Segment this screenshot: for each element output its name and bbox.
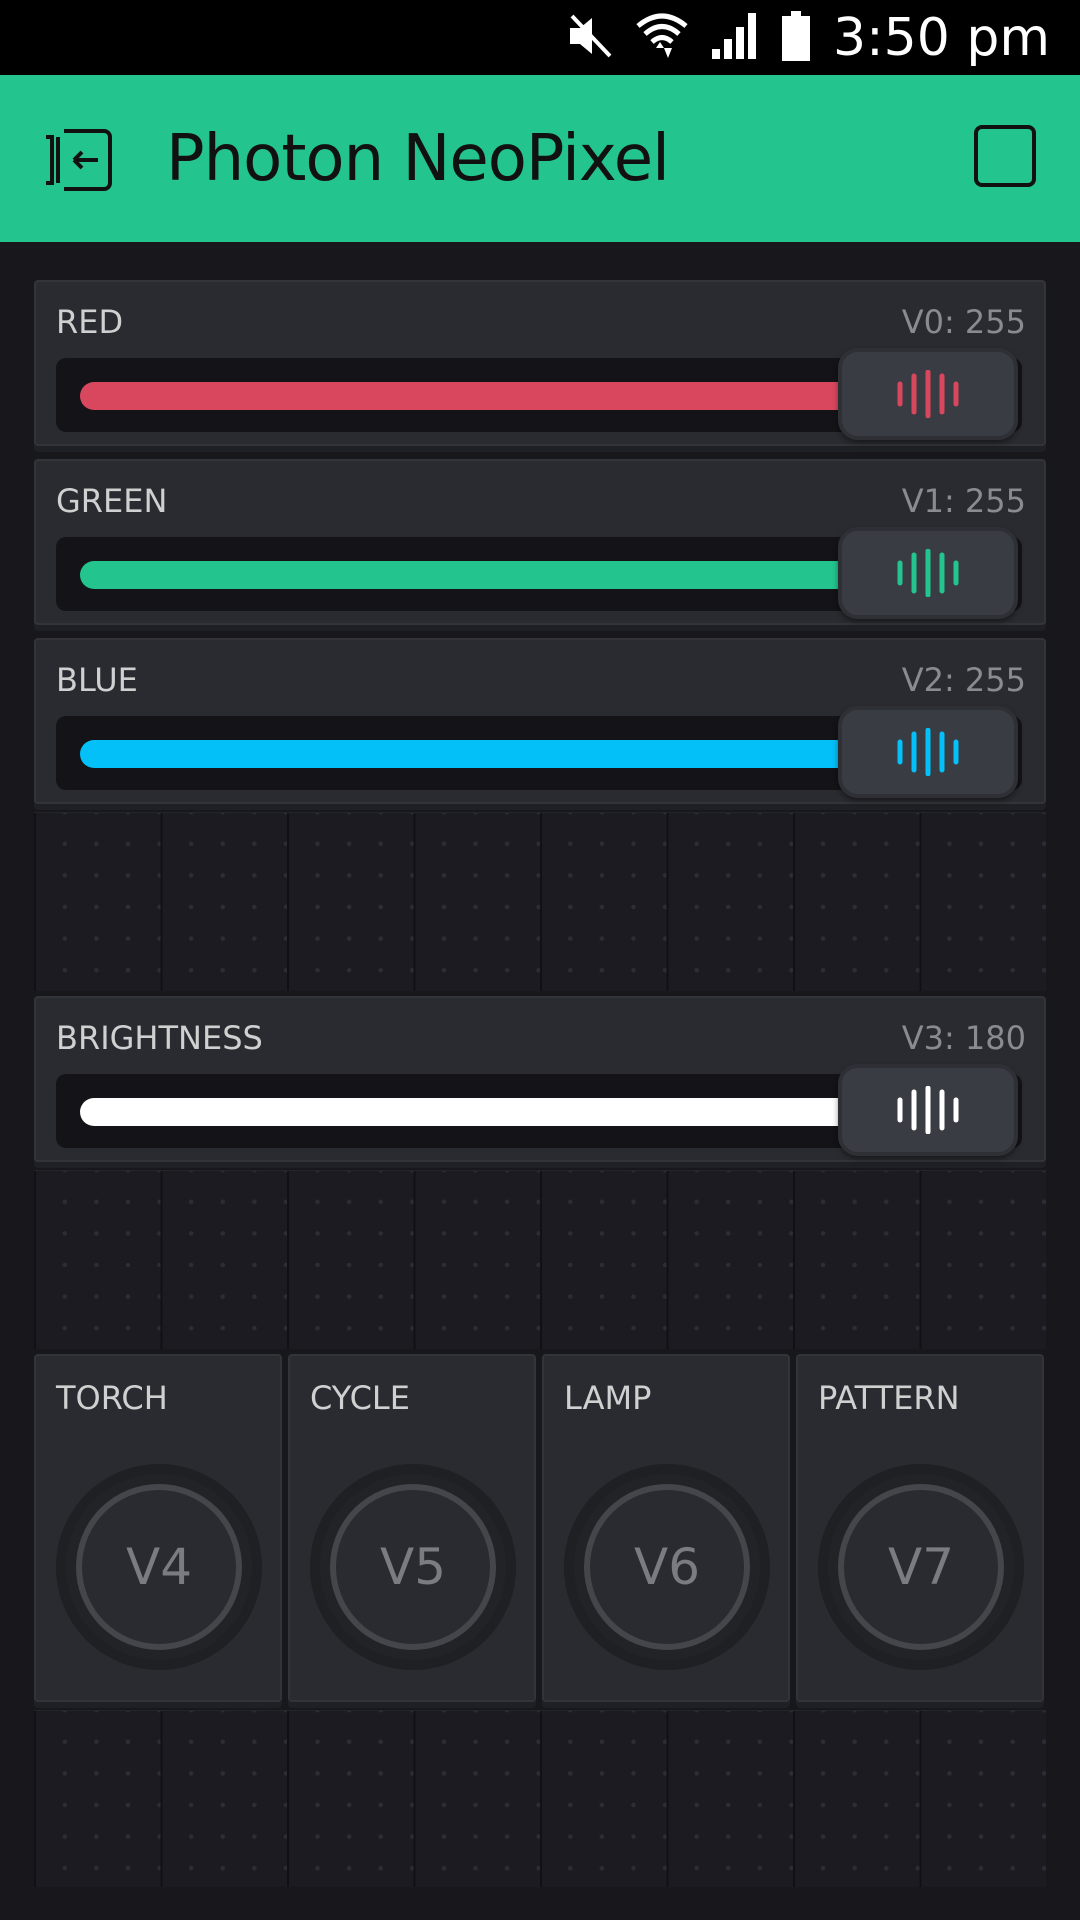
wifi-icon [636, 10, 688, 66]
slider-pin-value: V1: 255 [901, 482, 1026, 520]
button-label: PATTERN [818, 1379, 960, 1417]
mute-icon [566, 14, 614, 62]
button-label: LAMP [564, 1379, 652, 1417]
grip-icon [897, 549, 959, 597]
grip-icon [897, 728, 959, 776]
signal-icon [710, 11, 760, 65]
slider-pin-value: V2: 255 [901, 661, 1026, 699]
status-bar: 3:50 pm [0, 0, 1080, 75]
stop-button[interactable] [974, 125, 1036, 187]
slider-fill [80, 740, 858, 768]
slider-fill [80, 1098, 858, 1126]
slider-green: GREEN V1: 255 [34, 459, 1046, 625]
button-widget-torch: TORCH V4 [34, 1354, 282, 1702]
cycle-button[interactable]: V5 [310, 1464, 516, 1670]
slider-label: BLUE [56, 661, 138, 699]
slider-handle[interactable] [838, 1064, 1018, 1156]
torch-button[interactable]: V4 [56, 1464, 262, 1670]
slider-track[interactable] [56, 1064, 1022, 1156]
page-title: Photon NeoPixel [166, 122, 670, 196]
slider-handle[interactable] [838, 706, 1018, 798]
slider-handle[interactable] [838, 348, 1018, 440]
slider-pin-value: V3: 180 [901, 1019, 1026, 1057]
button-pin: V5 [379, 1538, 446, 1596]
button-widget-pattern: PATTERN V7 [796, 1354, 1044, 1702]
battery-icon [782, 10, 810, 65]
slider-label: BRIGHTNESS [56, 1019, 263, 1057]
slider-track[interactable] [56, 706, 1022, 798]
empty-grid-area[interactable] [34, 812, 1046, 991]
status-time: 3:50 pm [833, 8, 1050, 68]
slider-brightness: BRIGHTNESS V3: 180 [34, 996, 1046, 1162]
slider-track[interactable] [56, 527, 1022, 619]
slider-label: RED [56, 303, 124, 341]
button-pin: V7 [887, 1538, 954, 1596]
button-label: TORCH [56, 1379, 168, 1417]
status-icons [566, 10, 810, 65]
button-widget-cycle: CYCLE V5 [288, 1354, 536, 1702]
button-pin: V6 [633, 1538, 700, 1596]
slider-fill [80, 561, 858, 589]
slider-handle[interactable] [838, 527, 1018, 619]
pattern-button[interactable]: V7 [818, 1464, 1024, 1670]
empty-grid-area[interactable] [34, 1170, 1046, 1349]
slider-fill [80, 382, 858, 410]
slider-label: GREEN [56, 482, 168, 520]
button-pin: V4 [125, 1538, 192, 1596]
slider-blue: BLUE V2: 255 [34, 638, 1046, 804]
slider-red: RED V0: 255 [34, 280, 1046, 446]
slider-pin-value: V0: 255 [901, 303, 1026, 341]
button-label: CYCLE [310, 1379, 410, 1417]
grip-icon [897, 1086, 959, 1134]
empty-grid-area[interactable] [34, 1710, 1046, 1887]
app-bar: Photon NeoPixel [0, 75, 1080, 242]
back-icon[interactable] [44, 123, 124, 197]
button-widget-lamp: LAMP V6 [542, 1354, 790, 1702]
lamp-button[interactable]: V6 [564, 1464, 770, 1670]
slider-track[interactable] [56, 348, 1022, 440]
grip-icon [897, 370, 959, 418]
